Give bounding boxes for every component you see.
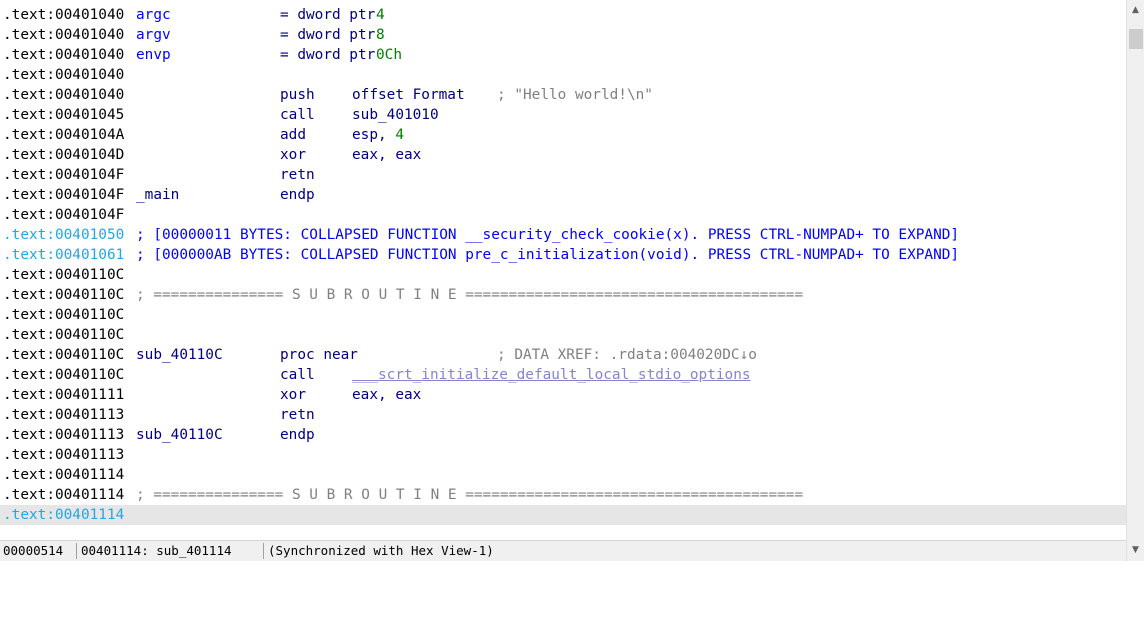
line-mnemonic[interactable]: proc near (280, 345, 358, 365)
line-mnemonic[interactable]: call (280, 365, 315, 385)
line-operand[interactable]: ___scrt_initialize_default_local_stdio_o… (352, 365, 751, 385)
line-label[interactable]: sub_40110C (136, 345, 223, 365)
status-separator (76, 543, 77, 559)
line-address[interactable]: .text:0040110C (3, 365, 124, 385)
collapsed-function[interactable]: ; [00000011 BYTES: COLLAPSED FUNCTION __… (136, 225, 959, 245)
line-operand[interactable]: esp, 4 (352, 125, 404, 145)
collapsed-function[interactable]: ; [000000AB BYTES: COLLAPSED FUNCTION pr… (136, 245, 959, 265)
disassembly-line[interactable]: .text:00401040 argv = dword ptr 8 (3, 25, 1126, 45)
subroutine-separator: ; =============== S U B R O U T I N E ==… (136, 487, 804, 503)
line-mnemonic[interactable]: retn (280, 165, 315, 185)
disassembly-line[interactable]: .text:0040110C (3, 325, 1126, 345)
disassembly-line[interactable]: .text:00401040 push offset Format ; "Hello … (3, 85, 1126, 105)
line-address[interactable]: .text:00401040 (3, 5, 124, 25)
line-mnemonic[interactable]: = dword ptr (280, 5, 375, 25)
line-address[interactable]: .text:0040110C (3, 345, 124, 365)
line-mnemonic[interactable]: retn (280, 405, 315, 425)
line-mnemonic[interactable]: xor (280, 385, 306, 405)
status-file-offset: 00000514 (3, 543, 64, 558)
line-label[interactable]: argv (136, 25, 171, 45)
disassembly-lines: .text:00401040 argc = dword ptr 4 .text:0040… (0, 5, 1126, 525)
line-mnemonic[interactable]: endp (280, 185, 315, 205)
line-address[interactable]: .text:00401114 (3, 465, 124, 485)
line-address[interactable]: .text:0040110C (3, 305, 124, 325)
disassembly-line[interactable]: .text:00401114 ; =============== S U B R … (3, 485, 1126, 505)
status-separator (263, 543, 264, 559)
line-address[interactable]: .text:00401113 (3, 425, 124, 445)
line-address[interactable]: .text:0040110C (3, 285, 124, 305)
disassembly-line-current[interactable]: .text:00401114 (0, 505, 1126, 525)
disassembly-line[interactable]: .text:00401061 ; [000000AB BYTES: COLLAPS… (3, 245, 1126, 265)
line-operand[interactable]: eax, eax (352, 385, 421, 405)
line-mnemonic[interactable]: add (280, 125, 306, 145)
disassembly-line[interactable]: .text:00401050 ; [00000011 BYTES: COLLAPS… (3, 225, 1126, 245)
disassembly-line[interactable]: .text:0040110C sub_40110C proc near ; DATA … (3, 345, 1126, 365)
line-operand[interactable]: offset Format (352, 85, 465, 105)
line-operand[interactable]: eax, eax (352, 145, 421, 165)
line-comment: ; DATA XREF: .rdata:004020DC↓o (497, 347, 757, 363)
line-label[interactable]: _main (136, 185, 179, 205)
disassembly-line[interactable]: .text:00401040 envp = dword ptr 0Ch (3, 45, 1126, 65)
line-mnemonic[interactable]: = dword ptr (280, 45, 375, 65)
disassembly-view[interactable]: .text:00401040 argc = dword ptr 4 .text:0040… (0, 0, 1126, 540)
line-address[interactable]: .text:00401040 (3, 45, 124, 65)
disassembly-line[interactable]: .text:0040104D xor eax, eax (3, 145, 1126, 165)
line-address[interactable]: .text:00401114 (3, 505, 124, 525)
line-address[interactable]: .text:0040110C (3, 265, 124, 285)
line-mnemonic[interactable]: push (280, 85, 315, 105)
line-address[interactable]: .text:00401114 (3, 485, 124, 505)
line-address[interactable]: .text:00401113 (3, 405, 124, 425)
line-label[interactable]: envp (136, 45, 171, 65)
disassembly-line[interactable]: .text:00401111 xor eax, eax (3, 385, 1126, 405)
line-address[interactable]: .text:0040104F (3, 165, 124, 185)
line-address[interactable]: .text:0040104F (3, 185, 124, 205)
disassembly-line[interactable]: .text:0040104F (3, 205, 1126, 225)
line-operand[interactable]: 8 (376, 25, 385, 45)
scroll-down-arrow-icon[interactable]: ▼ (1127, 542, 1144, 559)
status-bar: 00000514 00401114: sub_401114 (Synchroni… (0, 540, 1126, 561)
status-sync: (Synchronized with Hex View-1) (268, 543, 494, 558)
disassembly-line[interactable]: .text:00401113 sub_40110C endp (3, 425, 1126, 445)
line-address[interactable]: .text:00401061 (3, 245, 124, 265)
disassembly-line[interactable]: .text:0040110C (3, 305, 1126, 325)
disassembly-line[interactable]: .text:00401040 (3, 65, 1126, 85)
disassembly-line[interactable]: .text:0040110C ; =============== S U B R … (3, 285, 1126, 305)
disassembly-line[interactable]: .text:0040110C (3, 265, 1126, 285)
line-label[interactable]: sub_40110C (136, 425, 223, 445)
line-address[interactable]: .text:0040104F (3, 205, 124, 225)
line-address[interactable]: .text:0040110C (3, 325, 124, 345)
disassembly-line[interactable]: .text:00401040 argc = dword ptr 4 (3, 5, 1126, 25)
line-address[interactable]: .text:00401045 (3, 105, 124, 125)
line-address[interactable]: .text:00401111 (3, 385, 124, 405)
line-address[interactable]: .text:00401040 (3, 25, 124, 45)
line-label[interactable]: argc (136, 5, 171, 25)
subroutine-separator: ; =============== S U B R O U T I N E ==… (136, 287, 804, 303)
scrollbar-thumb[interactable] (1129, 29, 1143, 49)
line-mnemonic[interactable]: call (280, 105, 315, 125)
line-operand[interactable]: sub_401010 (352, 105, 439, 125)
line-address[interactable]: .text:00401040 (3, 65, 124, 85)
line-operand[interactable]: 0Ch (376, 45, 402, 65)
line-address[interactable]: .text:00401040 (3, 85, 124, 105)
scroll-up-arrow-icon[interactable]: ▲ (1127, 2, 1144, 19)
disassembly-line[interactable]: .text:00401045 call sub_401010 (3, 105, 1126, 125)
disassembly-line[interactable]: .text:0040104A add esp, 4 (3, 125, 1126, 145)
disassembly-line[interactable]: .text:0040104F _main endp (3, 185, 1126, 205)
line-mnemonic[interactable]: endp (280, 425, 315, 445)
disassembly-line[interactable]: .text:00401114 (3, 465, 1126, 485)
disassembly-line[interactable]: .text:0040104F retn (3, 165, 1126, 185)
line-operand[interactable]: 4 (376, 5, 385, 25)
line-address[interactable]: .text:0040104A (3, 125, 124, 145)
disassembly-line[interactable]: .text:00401113 (3, 445, 1126, 465)
disassembly-line[interactable]: .text:0040110C call ___scrt_initialize_def… (3, 365, 1126, 385)
disassembly-line[interactable]: .text:00401113 retn (3, 405, 1126, 425)
line-mnemonic[interactable]: xor (280, 145, 306, 165)
line-mnemonic[interactable]: = dword ptr (280, 25, 375, 45)
line-address[interactable]: .text:0040104D (3, 145, 124, 165)
line-address[interactable]: .text:00401050 (3, 225, 124, 245)
vertical-scrollbar[interactable]: ▲ ▼ (1126, 0, 1144, 561)
status-location: 00401114: sub_401114 (81, 543, 232, 558)
line-address[interactable]: .text:00401113 (3, 445, 124, 465)
line-comment: ; "Hello world!\n" (497, 87, 653, 103)
